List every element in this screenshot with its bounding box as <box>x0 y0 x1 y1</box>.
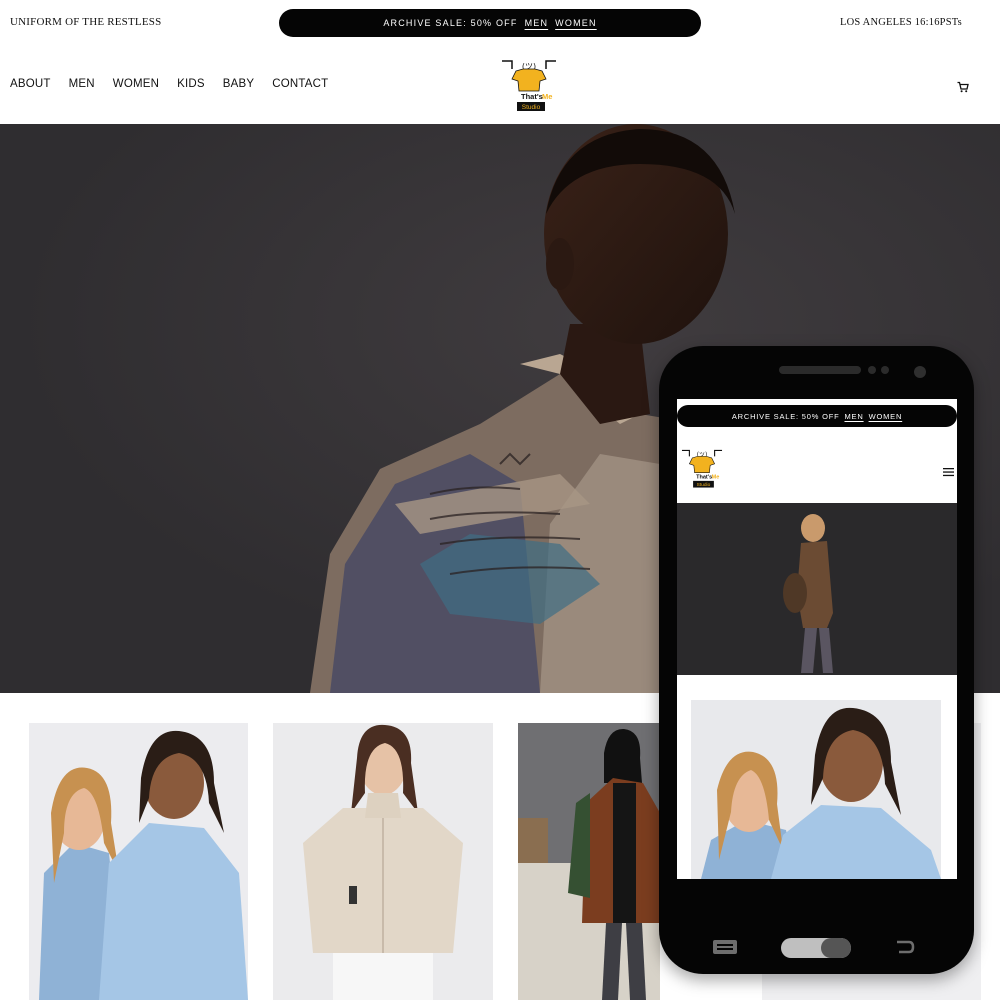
brand-logo[interactable]: (ツ) That's Me Studio <box>498 57 560 115</box>
product-image-runway-puffer <box>518 723 660 1000</box>
svg-text:Studio: Studio <box>522 104 541 111</box>
phone-mockup: ARCHIVE SALE: 50% OFF MEN WOMEN (ツ) That… <box>659 346 974 974</box>
promo-link-men[interactable]: MEN <box>525 18 549 28</box>
promo-link-women[interactable]: WOMEN <box>555 18 597 28</box>
nav-item-men[interactable]: MEN <box>69 78 95 90</box>
mobile-product-card-kids-hoodies[interactable] <box>691 700 941 879</box>
product-card-runway-puffer[interactable] <box>518 723 660 1000</box>
product-image-beige-jacket <box>273 723 493 1000</box>
product-card-beige-jacket[interactable] <box>273 723 493 1000</box>
mobile-brand-logo-mark: (ツ) That's Me Studio <box>681 449 723 488</box>
hamburger-menu-icon[interactable] <box>943 464 954 477</box>
product-image-kids-hoodies <box>29 723 248 1000</box>
nav-item-contact[interactable]: CONTACT <box>272 78 328 90</box>
svg-text:Me: Me <box>542 92 552 101</box>
svg-text:That's: That's <box>696 475 712 481</box>
cart-icon[interactable] <box>957 80 969 93</box>
mobile-promo-link-women[interactable]: WOMEN <box>869 412 903 421</box>
svg-text:That's: That's <box>521 92 543 101</box>
mobile-promo-text: ARCHIVE SALE: 50% OFF <box>731 411 840 421</box>
mobile-promo-link-men[interactable]: MEN <box>845 412 864 421</box>
mobile-hero-model-illustration <box>677 503 957 675</box>
mobile-promo-banner: ARCHIVE SALE: 50% OFF MEN WOMEN <box>677 405 957 427</box>
location-clock: LOS ANGELES 16:16PSTs <box>840 17 962 28</box>
promo-text: ARCHIVE SALE: 50% OFF <box>383 18 518 28</box>
svg-text:Studio: Studio <box>697 482 711 488</box>
phone-earpiece <box>779 366 926 378</box>
promo-banner: ARCHIVE SALE: 50% OFF MEN WOMEN <box>279 9 701 37</box>
svg-text:Me: Me <box>712 475 720 481</box>
site-tagline: UNIFORM OF THE RESTLESS <box>10 16 162 28</box>
nav-item-kids[interactable]: KIDS <box>177 78 205 90</box>
phone-screen: ARCHIVE SALE: 50% OFF MEN WOMEN (ツ) That… <box>677 399 957 879</box>
mobile-hero-image <box>677 503 957 675</box>
mobile-brand-logo[interactable]: (ツ) That's Me Studio <box>679 443 725 495</box>
nav-item-about[interactable]: ABOUT <box>10 78 51 90</box>
nav-item-women[interactable]: WOMEN <box>113 78 159 90</box>
product-card-kids-hoodies[interactable] <box>29 723 248 1000</box>
mobile-product-image-kids-hoodies <box>691 700 941 879</box>
phone-bottom-keys <box>713 938 915 958</box>
nav-item-baby[interactable]: BABY <box>223 78 254 90</box>
brand-logo-mark: (ツ) That's Me Studio <box>502 60 556 111</box>
main-nav: ABOUT MEN WOMEN KIDS BABY CONTACT <box>10 78 346 90</box>
